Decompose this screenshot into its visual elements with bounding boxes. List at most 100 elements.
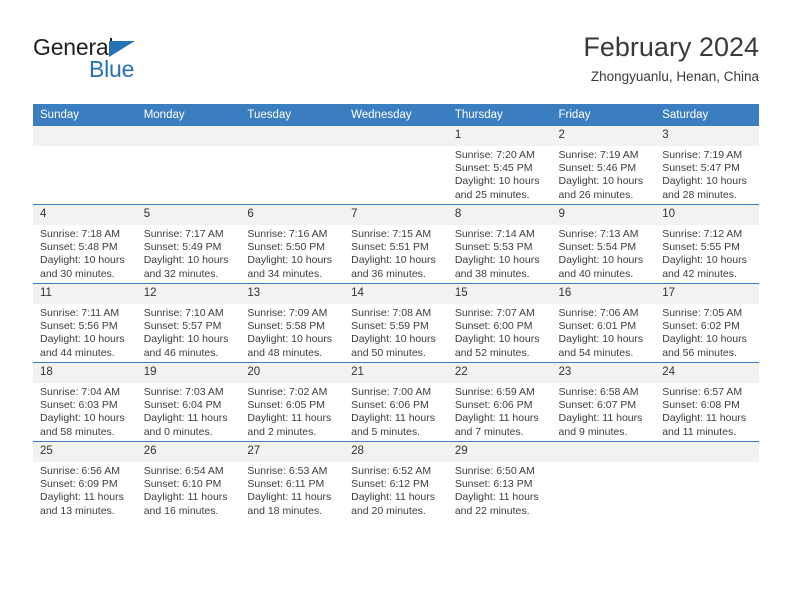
calendar-day-cell[interactable]: 19 Sunrise: 7:03 AM Sunset: 6:04 PM Dayligh… [136, 362, 241, 442]
day-number: 27 [240, 442, 345, 462]
daylight-text: Daylight: 10 hours and 28 minutes. [662, 175, 747, 201]
calendar-day-cell-empty [551, 441, 656, 520]
daylight-text: Daylight: 10 hours and 46 minutes. [143, 333, 229, 359]
weekday-header-thursday: Thursday [447, 104, 552, 126]
calendar-day-cell[interactable]: 4 Sunrise: 7:18 AM Sunset: 5:48 PM Daylight… [33, 204, 137, 284]
calendar-day-cell[interactable]: 27 Sunrise: 6:53 AM Sunset: 6:11 PM Dayligh… [240, 441, 345, 520]
sunrise-text: Sunrise: 6:52 AM [351, 465, 432, 477]
calendar-day-cell-empty [136, 126, 241, 205]
day-details: Sunrise: 7:15 AM Sunset: 5:51 PM Daylight:… [344, 225, 448, 281]
calendar-day-cell[interactable]: 22 Sunrise: 6:59 AM Sunset: 6:06 PM Dayligh… [447, 362, 552, 442]
calendar-body: 1 Sunrise: 7:20 AM Sunset: 5:45 PM Daylight… [33, 126, 759, 520]
sunrise-text: Sunrise: 7:16 AM [247, 228, 328, 240]
sunrise-text: Sunrise: 7:13 AM [558, 228, 639, 240]
calendar-header-row: Sunday Monday Tuesday Wednesday Thursday… [33, 104, 759, 126]
calendar-day-cell[interactable]: 21 Sunrise: 7:00 AM Sunset: 6:06 PM Dayligh… [344, 362, 448, 442]
daylight-text: Daylight: 11 hours and 11 minutes. [662, 412, 747, 438]
sunrise-text: Sunrise: 7:19 AM [558, 149, 639, 161]
weekday-header-friday: Friday [551, 104, 656, 126]
calendar-day-cell[interactable]: 14 Sunrise: 7:08 AM Sunset: 5:59 PM Dayligh… [344, 283, 448, 363]
calendar-day-cell[interactable]: 15 Sunrise: 7:07 AM Sunset: 6:00 PM Dayligh… [447, 283, 552, 363]
weekday-header-monday: Monday [136, 104, 241, 126]
sunset-text: Sunset: 5:50 PM [247, 241, 326, 254]
sunrise-text: Sunrise: 6:58 AM [558, 386, 639, 398]
daylight-text: Daylight: 11 hours and 20 minutes. [351, 491, 435, 517]
day-details: Sunrise: 7:20 AM Sunset: 5:45 PM Daylight:… [448, 146, 552, 202]
calendar-week-row: 1 Sunrise: 7:20 AM Sunset: 5:45 PM Daylight… [33, 126, 759, 205]
daylight-text: Daylight: 11 hours and 5 minutes. [351, 412, 435, 438]
calendar-day-cell[interactable]: 6 Sunrise: 7:16 AM Sunset: 5:50 PM Daylight… [240, 204, 345, 284]
daylight-text: Daylight: 11 hours and 16 minutes. [143, 491, 228, 517]
day-number: 13 [240, 284, 345, 304]
calendar-day-cell[interactable]: 24 Sunrise: 6:57 AM Sunset: 6:08 PM Dayligh… [655, 362, 759, 442]
day-number: 10 [655, 205, 759, 225]
day-number: 19 [136, 363, 241, 383]
day-details: Sunrise: 6:52 AM Sunset: 6:12 PM Daylight:… [344, 462, 448, 518]
day-details: Sunrise: 6:54 AM Sunset: 6:10 PM Daylight:… [137, 462, 241, 518]
sunset-text: Sunset: 5:55 PM [662, 241, 740, 254]
calendar-day-cell[interactable]: 17 Sunrise: 7:05 AM Sunset: 6:02 PM Dayligh… [655, 283, 759, 363]
sunset-text: Sunset: 5:57 PM [143, 320, 222, 333]
brand-name-blue: Blue [89, 56, 135, 82]
day-details: Sunrise: 7:19 AM Sunset: 5:47 PM Daylight:… [655, 146, 759, 202]
calendar-day-cell[interactable]: 11 Sunrise: 7:11 AM Sunset: 5:56 PM Dayligh… [33, 283, 137, 363]
sunrise-text: Sunrise: 7:11 AM [40, 307, 120, 319]
sunrise-text: Sunrise: 7:03 AM [143, 386, 224, 398]
day-details: Sunrise: 7:17 AM Sunset: 5:49 PM Daylight:… [137, 225, 241, 281]
brand-logo[interactable]: General Blue [33, 34, 253, 90]
daylight-text: Daylight: 11 hours and 18 minutes. [247, 491, 332, 517]
calendar-day-cell[interactable]: 7 Sunrise: 7:15 AM Sunset: 5:51 PM Daylight… [344, 204, 448, 284]
daylight-text: Daylight: 10 hours and 40 minutes. [558, 254, 644, 280]
sunrise-text: Sunrise: 7:04 AM [40, 386, 120, 398]
day-number: 18 [33, 363, 137, 383]
title-block: February 2024 Zhongyuanlu, Henan, China [583, 30, 759, 87]
calendar-day-cell[interactable]: 3 Sunrise: 7:19 AM Sunset: 5:47 PM Daylight… [655, 126, 759, 205]
calendar-day-cell[interactable]: 2 Sunrise: 7:19 AM Sunset: 5:46 PM Daylight… [551, 126, 656, 205]
day-number: 28 [344, 442, 448, 462]
sunset-text: Sunset: 6:02 PM [662, 320, 740, 333]
calendar-day-cell[interactable]: 20 Sunrise: 7:02 AM Sunset: 6:05 PM Dayligh… [240, 362, 345, 442]
calendar-day-cell[interactable]: 25 Sunrise: 6:56 AM Sunset: 6:09 PM Dayligh… [33, 441, 137, 520]
sunset-text: Sunset: 6:06 PM [454, 399, 533, 412]
calendar-day-cell[interactable]: 1 Sunrise: 7:20 AM Sunset: 5:45 PM Daylight… [447, 126, 552, 205]
day-number: 12 [136, 284, 241, 304]
day-number: 29 [447, 442, 552, 462]
day-number: 1 [447, 126, 552, 146]
calendar-day-cell[interactable]: 5 Sunrise: 7:17 AM Sunset: 5:49 PM Daylight… [136, 204, 241, 284]
calendar-day-cell[interactable]: 16 Sunrise: 7:06 AM Sunset: 6:01 PM Dayligh… [551, 283, 656, 363]
day-number: 17 [655, 284, 759, 304]
sunset-text: Sunset: 5:59 PM [351, 320, 429, 333]
sunrise-text: Sunrise: 6:59 AM [454, 386, 535, 398]
sunset-text: Sunset: 5:51 PM [351, 241, 429, 254]
sunrise-text: Sunrise: 7:08 AM [351, 307, 432, 319]
day-number: 4 [33, 205, 137, 225]
calendar-day-cell[interactable]: 18 Sunrise: 7:04 AM Sunset: 6:03 PM Dayligh… [33, 362, 137, 442]
daylight-text: Daylight: 10 hours and 32 minutes. [143, 254, 229, 280]
day-details: Sunrise: 7:04 AM Sunset: 6:03 PM Daylight:… [33, 383, 137, 439]
calendar-week-row: 4 Sunrise: 7:18 AM Sunset: 5:48 PM Daylight… [33, 204, 759, 284]
sunset-text: Sunset: 6:09 PM [40, 478, 118, 491]
page-header: General Blue February 2024 Zhongyuanlu, … [33, 30, 759, 94]
calendar-day-cell[interactable]: 13 Sunrise: 7:09 AM Sunset: 5:58 PM Dayligh… [240, 283, 345, 363]
daylight-text: Daylight: 11 hours and 0 minutes. [143, 412, 228, 438]
calendar-day-cell[interactable]: 10 Sunrise: 7:12 AM Sunset: 5:55 PM Dayligh… [655, 204, 759, 284]
day-number [655, 442, 759, 462]
day-number [240, 126, 345, 146]
calendar-day-cell[interactable]: 26 Sunrise: 6:54 AM Sunset: 6:10 PM Dayligh… [136, 441, 241, 520]
triangle-icon [109, 41, 135, 57]
sunrise-text: Sunrise: 7:09 AM [247, 307, 328, 319]
daylight-text: Daylight: 10 hours and 58 minutes. [40, 412, 125, 438]
sunrise-text: Sunrise: 7:14 AM [454, 228, 535, 240]
sunset-text: Sunset: 6:06 PM [351, 399, 429, 412]
day-details: Sunrise: 7:12 AM Sunset: 5:55 PM Daylight:… [655, 225, 759, 281]
calendar-day-cell[interactable]: 23 Sunrise: 6:58 AM Sunset: 6:07 PM Dayligh… [551, 362, 656, 442]
calendar-day-cell[interactable]: 9 Sunrise: 7:13 AM Sunset: 5:54 PM Daylight… [551, 204, 656, 284]
calendar-day-cell[interactable]: 29 Sunrise: 6:50 AM Sunset: 6:13 PM Dayligh… [447, 441, 552, 520]
calendar-day-cell[interactable]: 12 Sunrise: 7:10 AM Sunset: 5:57 PM Dayligh… [136, 283, 241, 363]
day-number: 25 [33, 442, 137, 462]
sunrise-text: Sunrise: 7:19 AM [662, 149, 743, 161]
day-details: Sunrise: 7:16 AM Sunset: 5:50 PM Daylight:… [240, 225, 344, 281]
calendar-day-cell[interactable]: 8 Sunrise: 7:14 AM Sunset: 5:53 PM Daylight… [447, 204, 552, 284]
calendar-week-row: 18 Sunrise: 7:04 AM Sunset: 6:03 PM Dayligh… [33, 362, 759, 442]
calendar-day-cell[interactable]: 28 Sunrise: 6:52 AM Sunset: 6:12 PM Dayligh… [344, 441, 448, 520]
